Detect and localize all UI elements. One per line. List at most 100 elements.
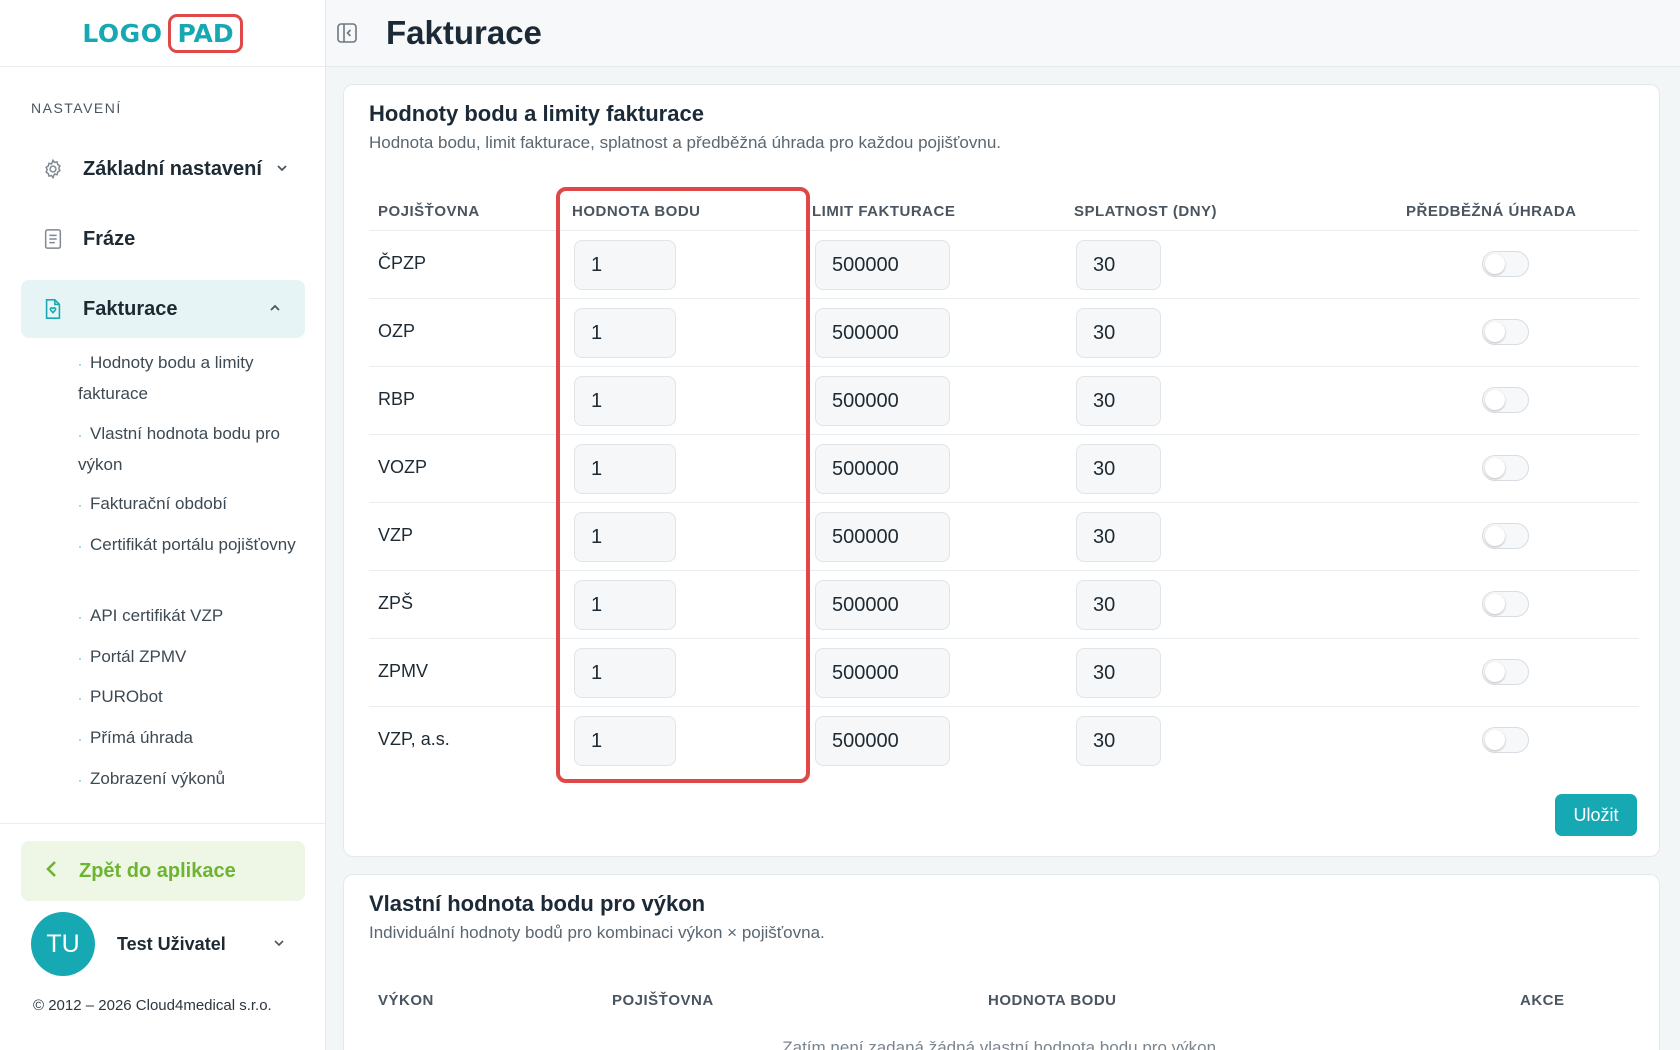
custom-point-values-card: Vlastní hodnota bodu pro výkon Individuá… (343, 874, 1660, 1050)
bullet-icon: · (78, 731, 82, 746)
sidebar-subitem-label: PURObot (90, 687, 163, 706)
insurer-name: ZPMV (378, 661, 429, 681)
predbezna-uhrada-toggle[interactable] (1482, 523, 1529, 549)
splatnost-input[interactable]: 30 (1076, 240, 1161, 290)
limit-fakturace-input[interactable]: 500000 (815, 444, 950, 494)
hodnota-bodu-input[interactable]: 1 (574, 648, 676, 698)
hodnota-bodu-input[interactable]: 1 (574, 512, 676, 562)
card-subtitle: Hodnota bodu, limit fakturace, splatnost… (369, 133, 1001, 152)
sidebar-subitem-certifikat-portalu[interactable]: · Certifikát portálu pojišťovny (78, 530, 308, 561)
bullet-icon: · (78, 690, 82, 705)
hodnota-bodu-input[interactable]: 1 (574, 580, 676, 630)
hodnota-bodu-input[interactable]: 1 (574, 716, 676, 766)
predbezna-uhrada-toggle[interactable] (1482, 455, 1529, 481)
limit-fakturace-input[interactable]: 500000 (815, 376, 950, 426)
column-header-pojistovna: POJIŠŤOVNA (378, 203, 480, 220)
sidebar-subitem-prima-uhrada[interactable]: · Přímá úhrada (78, 723, 308, 754)
sidebar-subitem-label: Vlastní hodnota bodu pro výkon (78, 424, 280, 474)
splatnost-input[interactable]: 30 (1076, 512, 1161, 562)
splatnost-input[interactable]: 30 (1076, 376, 1161, 426)
table-row: RBP 1 500000 30 (369, 366, 1639, 434)
bullet-icon: · (78, 650, 82, 665)
insurer-name: ZPŠ (378, 593, 414, 613)
bullet-icon: · (78, 609, 82, 624)
predbezna-uhrada-toggle[interactable] (1482, 659, 1529, 685)
sidebar-item-zakladni-nastaveni[interactable]: Základní nastavení (21, 140, 305, 198)
predbezna-uhrada-toggle[interactable] (1482, 727, 1529, 753)
predbezna-uhrada-toggle[interactable] (1482, 319, 1529, 345)
sidebar-subitem-api-certifikat[interactable]: · API certifikát VZP (78, 601, 308, 632)
sidebar-subitem-hodnoty-bodu[interactable]: · Hodnoty bodu a limity fakturace (78, 348, 308, 409)
hodnota-bodu-input[interactable]: 1 (574, 376, 676, 426)
save-button[interactable]: Uložit (1555, 794, 1637, 836)
hodnota-bodu-input[interactable]: 1 (574, 240, 676, 290)
sidebar-subitem-label: Portál ZPMV (90, 647, 187, 666)
splatnost-input[interactable]: 30 (1076, 444, 1161, 494)
back-to-app-label: Zpět do aplikace (79, 859, 236, 882)
splatnost-input[interactable]: 30 (1076, 580, 1161, 630)
card-title: Hodnoty bodu a limity fakturace (369, 101, 704, 126)
limit-fakturace-input[interactable]: 500000 (815, 580, 950, 630)
column-header-hodnota-bodu: HODNOTA BODU (988, 992, 1117, 1009)
sidebar-item-label: Základní nastavení (83, 157, 262, 180)
insurer-name: ČPZP (378, 253, 427, 273)
splatnost-input[interactable]: 30 (1076, 308, 1161, 358)
user-menu[interactable]: TU Test Uživatel (31, 912, 291, 976)
sidebar-subitem-vlastni-hodnota[interactable]: · Vlastní hodnota bodu pro výkon (78, 419, 308, 480)
column-header-hodnota-bodu: HODNOTA BODU (572, 203, 701, 220)
splatnost-input[interactable]: 30 (1076, 648, 1161, 698)
sidebar-section-title: NASTAVENÍ (31, 100, 122, 116)
limit-fakturace-input[interactable]: 500000 (815, 648, 950, 698)
avatar: TU (31, 912, 95, 976)
predbezna-uhrada-toggle[interactable] (1482, 387, 1529, 413)
sidebar-subitem-purobot[interactable]: · PURObot (78, 682, 308, 713)
table-row: ZPŠ 1 500000 30 (369, 570, 1639, 638)
hodnota-bodu-input[interactable]: 1 (574, 444, 676, 494)
logo[interactable]: LOGO PAD (0, 0, 325, 67)
bullet-icon: · (78, 427, 82, 442)
sidebar-subitem-portal-zpmv[interactable]: · Portál ZPMV (78, 642, 308, 673)
hodnota-bodu-input[interactable]: 1 (574, 308, 676, 358)
sidebar: LOGO PAD NASTAVENÍ Základní nastavení Fr… (0, 0, 326, 1050)
column-header-akce: AKCE (1520, 992, 1565, 1009)
sidebar-item-fakturace[interactable]: Fakturace (21, 280, 305, 338)
insurer-name: VOZP (378, 457, 428, 477)
splatnost-input[interactable]: 30 (1076, 716, 1161, 766)
chevron-down-icon (276, 161, 288, 177)
predbezna-uhrada-toggle[interactable] (1482, 251, 1529, 277)
sidebar-subitem-label: Přímá úhrada (90, 728, 193, 747)
sidebar-subitem-fakturacni-obdobi[interactable]: · Fakturační období (78, 489, 308, 520)
column-header-splatnost: SPLATNOST (DNY) (1074, 203, 1218, 220)
insurer-name: RBP (378, 389, 416, 409)
predbezna-uhrada-toggle[interactable] (1482, 591, 1529, 617)
table-row: VZP 1 500000 30 (369, 502, 1639, 570)
insurer-name: VZP, a.s. (378, 729, 450, 749)
limit-fakturace-input[interactable]: 500000 (815, 308, 950, 358)
column-header-vykon: VÝKON (378, 992, 434, 1009)
header: Fakturace (326, 0, 1680, 67)
point-values-card: Hodnoty bodu a limity fakturace Hodnota … (343, 84, 1660, 857)
sidebar-collapse-icon[interactable] (336, 22, 358, 44)
sidebar-subitem-zobrazeni-vykonu[interactable]: · Zobrazení výkonů (78, 764, 308, 795)
table-row: OZP 1 500000 30 (369, 298, 1639, 366)
limit-fakturace-input[interactable]: 500000 (815, 716, 950, 766)
logo-text-right: PAD (168, 13, 243, 53)
limit-fakturace-input[interactable]: 500000 (815, 240, 950, 290)
sidebar-subitem-label: Fakturační období (90, 494, 228, 513)
back-to-app-button[interactable]: Zpět do aplikace (21, 841, 305, 901)
column-header-predbezna-uhrada: PŘEDBĚŽNÁ ÚHRADA (1406, 203, 1577, 220)
bullet-icon: · (78, 772, 82, 787)
copyright: © 2012 – 2026 Cloud4medical s.r.o. (33, 997, 272, 1014)
sidebar-item-fraze[interactable]: Fráze (21, 210, 305, 268)
insurer-name: OZP (378, 321, 416, 341)
bullet-icon: · (78, 538, 82, 553)
limit-fakturace-input[interactable]: 500000 (815, 512, 950, 562)
column-header-pojistovna: POJIŠŤOVNA (612, 992, 714, 1009)
card-subtitle: Individuální hodnoty bodů pro kombinaci … (369, 923, 825, 942)
sidebar-item-label: Fráze (83, 227, 136, 250)
page-title: Fakturace (386, 14, 542, 51)
gear-icon (41, 157, 65, 181)
empty-state-text: Zatím není zadaná žádná vlastní hodnota … (782, 1038, 1221, 1050)
bullet-icon: · (78, 497, 82, 512)
table-row: ZPMV 1 500000 30 (369, 638, 1639, 706)
